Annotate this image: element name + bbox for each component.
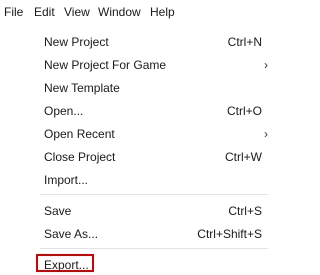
menu-item-new-project-for-game[interactable]: New Project For Game › [24, 55, 268, 75]
menu-file[interactable]: File [4, 4, 23, 20]
menu-item-open[interactable]: Open... Ctrl+O [24, 101, 268, 121]
menu-item-close-project[interactable]: Close Project Ctrl+W [24, 147, 268, 167]
menu-item-shortcut: Ctrl+O [226, 104, 262, 118]
menu-view[interactable]: View [64, 4, 90, 20]
chevron-right-icon: › [264, 127, 268, 141]
menu-item-label: New Project For Game [44, 58, 167, 72]
menu-item-shortcut: Ctrl+Shift+S [197, 227, 262, 241]
menu-item-shortcut: Ctrl+W [225, 150, 262, 164]
menu-item-new-project[interactable]: New Project Ctrl+N [24, 32, 268, 52]
menu-item-label: Open Recent [44, 127, 115, 141]
menu-item-shortcut: Ctrl+N [227, 35, 262, 49]
menu-item-label: Open... [44, 104, 84, 118]
menu-item-label: New Project [44, 35, 109, 49]
menu-item-shortcut: Ctrl+S [228, 204, 262, 218]
menu-item-save[interactable]: Save Ctrl+S [24, 201, 268, 221]
menu-item-label: Save [44, 204, 72, 218]
menu-edit[interactable]: Edit [34, 4, 55, 20]
menu-item-label: Import... [44, 173, 89, 187]
menu-separator [40, 248, 268, 249]
menu-bar: File Edit View Window Help [0, 0, 268, 24]
menu-item-label: New Template [44, 81, 120, 95]
menu-item-save-as[interactable]: Save As... Ctrl+Shift+S [24, 224, 268, 244]
file-menu-dropdown: New Project Ctrl+N New Project For Game … [24, 24, 268, 275]
menu-item-new-template[interactable]: New Template [24, 78, 268, 98]
menu-item-label: Close Project [44, 150, 116, 164]
menu-item-label: Save As... [44, 227, 99, 241]
menu-separator [40, 194, 268, 195]
menu-item-label: Export... [44, 258, 89, 272]
menu-item-export[interactable]: Export... [24, 254, 268, 275]
chevron-right-icon: › [264, 58, 268, 72]
menu-window[interactable]: Window [98, 4, 141, 20]
menu-item-import[interactable]: Import... [24, 170, 268, 190]
menu-help[interactable]: Help [150, 4, 175, 20]
menu-item-open-recent[interactable]: Open Recent › [24, 124, 268, 144]
